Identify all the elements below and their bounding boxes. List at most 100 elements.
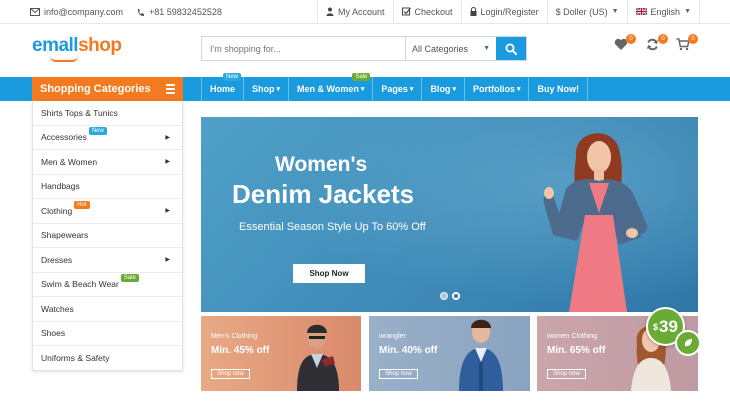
user-icon	[326, 7, 334, 16]
cart-button[interactable]: 0	[676, 34, 698, 54]
mail-icon	[30, 8, 40, 16]
banner-line1: Women's	[275, 153, 368, 176]
nav-item[interactable]: Shop ▾	[244, 77, 290, 101]
category-item-label: Accessories	[41, 132, 87, 143]
uk-flag-icon	[635, 8, 647, 15]
chevron-down-icon: ▾	[360, 86, 365, 93]
category-item[interactable]: Accessories New ▶	[33, 126, 182, 150]
category-item[interactable]: Shapewears	[33, 224, 182, 248]
nav-item-label: Men & Women	[297, 84, 359, 94]
category-item-label: Dresses	[41, 254, 73, 265]
category-item[interactable]: Clothing Hot ▶	[33, 199, 182, 224]
promo-title: Men's Clothing	[211, 333, 258, 340]
category-item[interactable]: Swim & Beach Wear Sale	[33, 273, 182, 297]
nav-item-label: Portfolios	[472, 84, 515, 94]
contact-phone[interactable]: +81 59832452528	[137, 7, 222, 17]
promo-title: women Clothing	[547, 333, 598, 340]
category-item[interactable]: Shirts Tops & Tunics	[33, 101, 182, 126]
promo-title: wrangler	[379, 333, 406, 340]
nav-item[interactable]: Pages ▾	[373, 77, 423, 101]
compare-count: 0	[658, 34, 668, 44]
phone-text: +81 59832452528	[149, 7, 222, 17]
category-item-label: Men & Women	[41, 156, 98, 167]
banner-subtitle: Essential Season Style Up To 60% Off	[239, 221, 426, 233]
currency-label: $ Doller (US)	[555, 6, 608, 17]
nav-item-label: Home	[210, 84, 236, 94]
nav-item[interactable]: Buy Now!	[529, 77, 588, 101]
contact-email[interactable]: info@company.com	[30, 7, 123, 17]
email-text: info@company.com	[44, 7, 124, 17]
category-item-label: Swim & Beach Wear	[41, 279, 119, 290]
carousel-dot-1[interactable]	[440, 292, 448, 300]
chevron-down-icon: ▾	[276, 86, 281, 93]
site-logo[interactable]: emallshop	[32, 35, 122, 56]
menu-icon	[166, 84, 175, 94]
main-menu: Home New Shop ▾ Men & Women ▾ Sale Pages ▾ Blo…	[201, 73, 588, 101]
eco-leaf-badge	[675, 330, 701, 356]
checkout-link[interactable]: Checkout	[392, 0, 461, 23]
nav-tag-badge: New	[223, 73, 242, 81]
nav-tag-badge: Sale	[352, 73, 371, 81]
search-icon	[505, 43, 517, 55]
chevron-right-icon: ▶	[165, 159, 170, 166]
top-bar: info@company.com +81 59832452528 My Acco…	[0, 0, 730, 24]
phone-icon	[138, 8, 145, 16]
category-list: Shirts Tops & Tunics Accessories New ▶ Men &…	[32, 101, 183, 371]
category-item[interactable]: Shoes	[33, 322, 182, 346]
checkout-label: Checkout	[414, 6, 453, 17]
promo-shop-button[interactable]: Shop now	[547, 369, 586, 379]
nav-item[interactable]: Portfolios ▾	[465, 77, 530, 101]
promo-shop-button[interactable]: Shop now	[211, 369, 250, 379]
category-tag-badge: New	[88, 127, 107, 136]
nav-item-label: Pages	[381, 84, 408, 94]
leaf-icon	[684, 339, 692, 347]
logo-text-part2: shop	[78, 35, 122, 56]
promo-shop-button[interactable]: Shop now	[379, 369, 418, 379]
my-account-link[interactable]: My Account	[316, 0, 393, 23]
category-item-label: Shirts Tops & Tunics	[41, 107, 118, 118]
language-dropdown[interactable]: English ▼	[626, 0, 700, 23]
shopping-categories-toggle[interactable]: Shopping Categories	[32, 77, 183, 101]
carousel-dot-2[interactable]	[452, 292, 460, 300]
category-item-label: Uniforms & Safety	[41, 353, 110, 364]
wishlist-button[interactable]: 0	[614, 34, 636, 54]
chevron-right-icon: ▶	[165, 257, 170, 264]
promo-card-wrangler[interactable]: wrangler Min. 40% off Shop now	[369, 316, 530, 391]
chevron-right-icon: ▶	[165, 134, 170, 141]
promo-discount: Min. 65% off	[547, 345, 606, 356]
category-select-value: All Categories	[412, 43, 469, 54]
compare-button[interactable]: 0	[646, 34, 668, 54]
promo-card-mens[interactable]: Men's Clothing Min. 45% off Shop now	[201, 316, 361, 391]
category-item[interactable]: Uniforms & Safety	[33, 346, 182, 371]
category-item[interactable]: Men & Women ▶	[33, 150, 182, 175]
category-select[interactable]: All Categories ▼	[406, 37, 496, 60]
nav-item-label: Buy Now!	[537, 84, 579, 94]
promo-discount: Min. 40% off	[379, 345, 438, 356]
nav-item[interactable]: Men & Women ▾ Sale	[289, 73, 374, 101]
logo-text-part1: emall	[32, 35, 79, 56]
chevron-down-icon: ▾	[409, 86, 414, 93]
chevron-right-icon: ▶	[165, 208, 170, 215]
search-input[interactable]	[202, 37, 406, 60]
nav-item[interactable]: Home New	[201, 73, 245, 101]
category-item[interactable]: Dresses ▶	[33, 248, 182, 273]
category-tag-badge: Sale	[120, 274, 139, 283]
search-bar: All Categories ▼	[201, 36, 527, 61]
category-item[interactable]: Watches	[33, 297, 182, 322]
category-tag-badge: Hot	[74, 200, 90, 209]
lock-icon	[470, 7, 477, 16]
model-photo	[201, 117, 698, 312]
chevron-down-icon: ▼	[684, 8, 691, 15]
chevron-down-icon: ▼	[611, 8, 619, 15]
promo-discount: Min. 45% off	[211, 345, 270, 356]
currency-dropdown[interactable]: $ Doller (US) ▼	[546, 0, 627, 23]
shop-now-button[interactable]: Shop Now	[293, 264, 365, 283]
category-item[interactable]: Handbags	[33, 175, 182, 199]
login-link[interactable]: Login/Register	[460, 0, 547, 23]
categories-title: Shopping Categories	[40, 83, 151, 95]
chevron-down-icon: ▾	[516, 86, 521, 93]
nav-item[interactable]: Blog ▾	[422, 77, 465, 101]
wishlist-count: 0	[626, 34, 636, 44]
search-button[interactable]	[496, 37, 526, 60]
category-item-label: Handbags	[41, 181, 80, 192]
